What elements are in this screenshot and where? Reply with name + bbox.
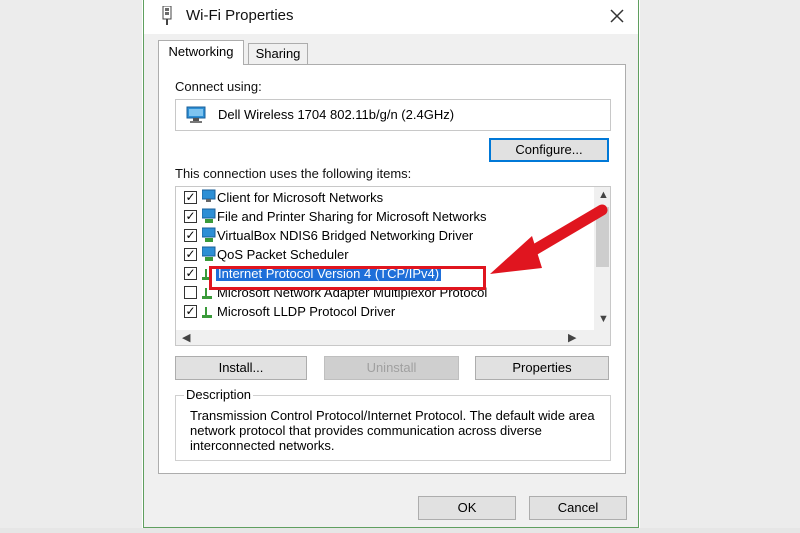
annotation-arrow-icon	[490, 204, 608, 274]
description-group: Description Transmission Control Protoco…	[175, 387, 611, 461]
item-label: VirtualBox NDIS6 Bridged Networking Driv…	[217, 228, 474, 243]
adapter-field: Dell Wireless 1704 802.11b/g/n (2.4GHz)	[175, 99, 611, 131]
left-margin	[0, 0, 142, 533]
chevron-left-icon[interactable]: ◀	[182, 331, 190, 344]
item-label: File and Printer Sharing for Microsoft N…	[217, 209, 487, 224]
horizontal-scrollbar[interactable]: ◀ ▶	[176, 330, 610, 345]
item-label: QoS Packet Scheduler	[217, 247, 349, 262]
ok-button[interactable]: OK	[418, 496, 516, 520]
checkbox[interactable]: ✓	[184, 191, 197, 204]
network-adapter-icon	[162, 6, 172, 25]
window-title: Wi-Fi Properties	[186, 7, 294, 24]
configure-button[interactable]: Configure...	[489, 138, 609, 162]
connect-using-label: Connect using:	[175, 79, 262, 94]
chevron-down-icon[interactable]: ▼	[598, 313, 609, 325]
right-margin	[640, 0, 800, 533]
checkbox[interactable]: ✓	[184, 267, 197, 280]
install-button[interactable]: Install...	[175, 356, 307, 380]
annotation-highlight-box	[209, 266, 486, 290]
bottom-margin	[0, 528, 800, 533]
tab-sharing[interactable]: Sharing	[248, 43, 308, 64]
item-label: Client for Microsoft Networks	[217, 190, 384, 205]
adapter-name: Dell Wireless 1704 802.11b/g/n (2.4GHz)	[218, 107, 455, 122]
items-label: This connection uses the following items…	[175, 166, 412, 181]
close-icon	[610, 9, 624, 23]
close-button[interactable]	[602, 2, 632, 30]
checkbox[interactable]: ✓	[184, 248, 197, 261]
description-title: Description	[184, 387, 254, 402]
checkbox[interactable]: ✓	[184, 229, 197, 242]
item-label: Microsoft LLDP Protocol Driver	[217, 304, 396, 319]
checkbox[interactable]	[184, 286, 197, 299]
list-item[interactable]: ✓ Microsoft LLDP Protocol Driver	[176, 302, 594, 321]
properties-button[interactable]: Properties	[475, 356, 609, 380]
tab-networking[interactable]: Networking	[158, 40, 244, 65]
cancel-button[interactable]: Cancel	[529, 496, 627, 520]
uninstall-button[interactable]: Uninstall	[324, 356, 459, 380]
description-text: Transmission Control Protocol/Internet P…	[190, 408, 595, 453]
chevron-right-icon[interactable]: ▶	[568, 331, 576, 344]
checkbox[interactable]: ✓	[184, 210, 197, 223]
title-bar: Wi-Fi Properties	[144, 0, 638, 34]
network-adapter-icon	[186, 106, 206, 123]
checkbox[interactable]: ✓	[184, 305, 197, 318]
